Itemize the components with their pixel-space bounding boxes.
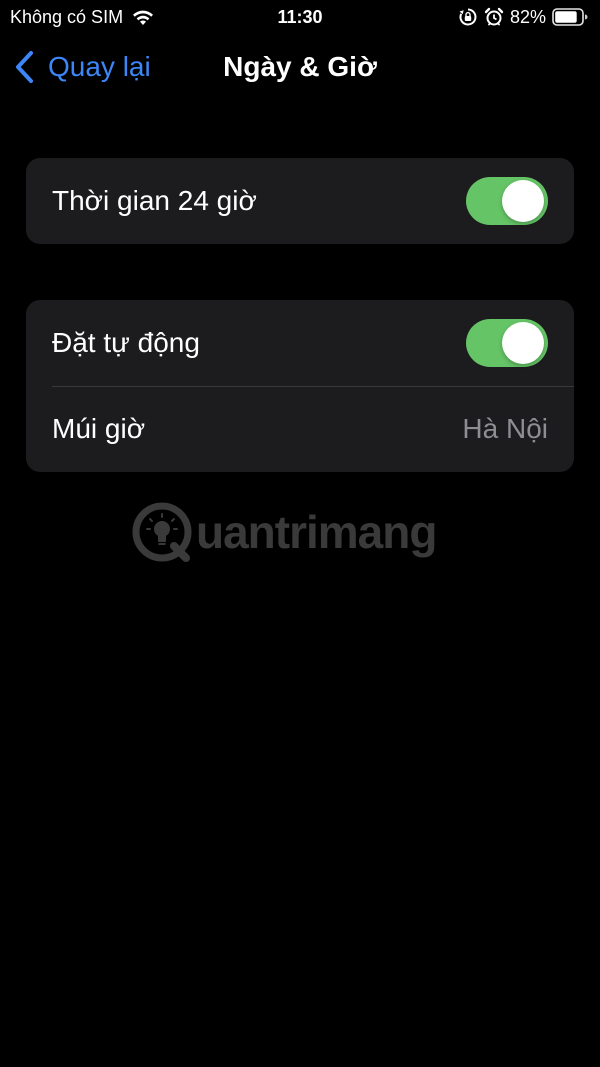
navigation-bar: Quay lại Ngày & Giờ (0, 34, 600, 100)
status-bar: Không có SIM 11:30 82% (0, 0, 600, 34)
setting-row-24-hour-time: Thời gian 24 giờ (26, 158, 574, 244)
alarm-icon (484, 7, 504, 27)
setting-row-set-automatically: Đặt tự động (26, 300, 574, 386)
toggle-set-automatically[interactable] (466, 319, 548, 367)
watermark-text: uantrimang (196, 506, 437, 558)
setting-label-time-zone: Múi giờ (52, 413, 146, 444)
toggle-knob (502, 180, 544, 222)
setting-label-set-automatically: Đặt tự động (52, 327, 200, 358)
orientation-lock-icon (458, 7, 478, 27)
page-title: Ngày & Giờ (223, 51, 377, 82)
toggle-knob (502, 322, 544, 364)
settings-group-24-hour: Thời gian 24 giờ (26, 158, 574, 244)
setting-value-time-zone: Hà Nội (462, 413, 548, 444)
watermark-logo: uantrimang (130, 492, 480, 572)
settings-group-auto-time: Đặt tự động Múi giờ Hà Nội (26, 300, 574, 472)
status-right-group: 82% (458, 6, 588, 28)
battery-percent: 82% (509, 7, 546, 27)
toggle-24-hour-time[interactable] (466, 177, 548, 225)
battery-icon (552, 8, 588, 26)
setting-row-time-zone[interactable]: Múi giờ Hà Nội (26, 386, 574, 472)
lightbulb-logo-icon (130, 500, 194, 564)
setting-label-24-hour-time: Thời gian 24 giờ (52, 185, 257, 216)
